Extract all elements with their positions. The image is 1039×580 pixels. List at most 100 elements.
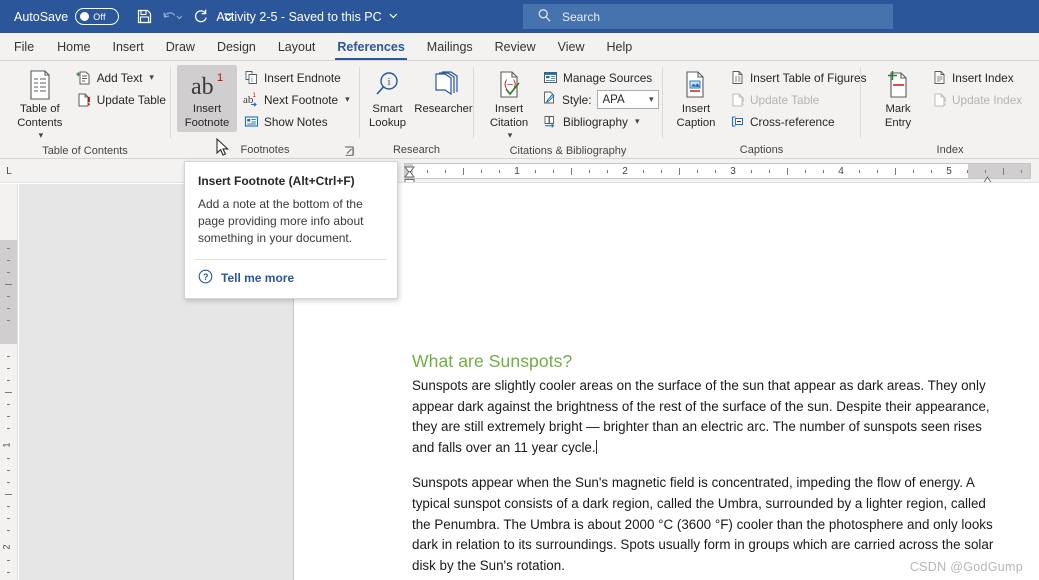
word-application-window: AutoSave Off Activity 2-5 - Saved to thi…	[0, 0, 1039, 580]
update-table-button[interactable]: Update Table	[72, 89, 170, 110]
svg-text:i: i	[387, 76, 390, 88]
table-of-contents-button[interactable]: Table of Contents ▾	[12, 65, 68, 143]
tab-view[interactable]: View	[547, 33, 596, 60]
group-title-captions: Captions	[739, 144, 784, 156]
table-of-contents-icon	[25, 68, 55, 102]
tab-home[interactable]: Home	[46, 33, 101, 60]
autosave-control[interactable]: AutoSave Off	[14, 8, 120, 25]
document-page[interactable]: What are Sunspots? Sunspots are slightly…	[293, 184, 1039, 580]
tab-label: Home	[57, 39, 91, 54]
manage-sources-label: Manage Sources	[563, 70, 653, 85]
tab-label: Insert	[112, 39, 144, 54]
tab-stop-label: L	[6, 165, 12, 177]
insert-citation-button[interactable]: (–) Insert Citation ▾	[482, 65, 536, 143]
insert-footnote-icon: ab 1	[188, 68, 226, 102]
insert-caption-button[interactable]: Insert Caption	[669, 65, 723, 132]
help-circle-icon: ?	[198, 269, 213, 287]
autosave-label: AutoSave	[14, 9, 69, 24]
show-notes-label: Show Notes	[264, 114, 328, 129]
document-title: Activity 2-5 - Saved to this PC	[216, 9, 382, 24]
autosave-toggle[interactable]: Off	[75, 8, 120, 25]
insert-endnote-button[interactable]: i Insert Endnote	[239, 67, 354, 88]
manage-sources-button[interactable]: Manage Sources	[538, 67, 663, 88]
ribbon-group-captions: Insert Caption Insert Table of Figures U…	[663, 61, 867, 158]
chevron-down-icon[interactable]: ▾	[39, 130, 44, 141]
horizontal-ruler[interactable]: L 1 2 3 4 5	[0, 159, 1039, 183]
redo-icon[interactable]	[187, 4, 213, 30]
document-workspace: 1 2 What are Sunspots? Sunspots are slig…	[0, 184, 1039, 580]
vertical-ruler-margin-shade	[0, 240, 17, 344]
tab-draw[interactable]: Draw	[155, 33, 206, 60]
insert-footnote-button[interactable]: ab 1 Insert Footnote	[177, 65, 237, 132]
next-footnote-label: Next Footnote	[264, 92, 339, 107]
insert-table-of-figures-button[interactable]: Insert Table of Figures	[725, 67, 871, 88]
ribbon-tab-bar: File Home Insert Draw Design Layout Refe…	[0, 33, 1039, 61]
style-brush-icon	[542, 90, 557, 110]
mark-entry-icon	[884, 68, 912, 102]
citation-style-row: Style: APA ▾	[538, 89, 663, 110]
tab-review[interactable]: Review	[484, 33, 547, 60]
tab-file[interactable]: File	[0, 33, 46, 60]
chevron-down-icon[interactable]: ▾	[635, 116, 640, 127]
insert-caption-label: Insert Caption	[676, 103, 716, 129]
mark-entry-label: Mark Entry	[884, 103, 912, 129]
first-line-indent-marker[interactable]	[404, 162, 415, 174]
researcher-button[interactable]: Researcher	[414, 65, 473, 119]
manage-sources-icon	[542, 70, 558, 86]
document-paragraph-2[interactable]: Sunspots appear when the Sun's magnetic …	[412, 473, 994, 576]
mark-entry-button[interactable]: Mark Entry	[871, 65, 925, 132]
tab-insert[interactable]: Insert	[102, 33, 155, 60]
dialog-box-launcher-icon[interactable]	[344, 146, 355, 157]
insert-caption-icon	[682, 68, 710, 102]
watermark: CSDN @GodGump	[909, 560, 1023, 574]
ruler-number: 4	[838, 166, 844, 177]
next-footnote-button[interactable]: ab 1 Next Footnote ▾	[239, 89, 354, 110]
vertical-ruler-number: 1	[1, 442, 12, 448]
tab-stop-selector[interactable]: L	[0, 159, 18, 182]
tab-help[interactable]: Help	[596, 33, 644, 60]
tab-label: Design	[216, 39, 256, 54]
chevron-down-icon[interactable]: ▾	[345, 94, 350, 105]
smart-lookup-button[interactable]: i Smart Lookup	[361, 65, 415, 132]
tell-me-more-link[interactable]: ? Tell me more	[185, 260, 397, 298]
bibliography-button[interactable]: Bibliography ▾	[538, 111, 663, 132]
vertical-ruler[interactable]: 1 2	[0, 184, 18, 580]
chevron-down-icon[interactable]: ▾	[649, 94, 654, 105]
svg-text:ab: ab	[191, 74, 214, 100]
tab-layout[interactable]: Layout	[267, 33, 327, 60]
group-title-citations: Citations & Bibliography	[509, 145, 627, 157]
tell-me-more-label: Tell me more	[221, 271, 295, 285]
insert-index-icon	[931, 70, 947, 86]
insert-index-button[interactable]: Insert Index	[927, 67, 1026, 88]
hanging-indent-marker[interactable]	[404, 170, 415, 182]
tab-label: References	[337, 39, 405, 54]
update-table-label: Update Table	[96, 92, 166, 107]
add-text-button[interactable]: Add Text ▾	[72, 67, 170, 88]
paragraph-1-text: Sunspots are slightly cooler areas on th…	[412, 378, 990, 455]
chevron-down-icon[interactable]	[388, 10, 399, 24]
document-title-area[interactable]: Activity 2-5 - Saved to this PC	[216, 10, 398, 24]
group-title-index: Index	[936, 144, 964, 156]
tab-mailings[interactable]: Mailings	[416, 33, 484, 60]
tab-design[interactable]: Design	[206, 33, 267, 60]
tab-references[interactable]: References	[326, 33, 415, 60]
show-notes-button[interactable]: Show Notes	[239, 111, 354, 132]
right-indent-marker[interactable]	[982, 172, 993, 182]
save-icon[interactable]	[131, 4, 157, 30]
search-icon	[537, 8, 552, 26]
ribbon-group-citations-bibliography: (–) Insert Citation ▾ Manage Sources Sty…	[474, 61, 662, 158]
insert-citation-icon: (–)	[494, 68, 524, 102]
undo-icon[interactable]	[159, 4, 185, 30]
ribbon-group-footnotes: ab 1 Insert Footnote i Insert Endnote ab 1	[171, 61, 359, 158]
document-text-body[interactable]: What are Sunspots? Sunspots are slightly…	[412, 351, 994, 580]
citation-style-select[interactable]: APA ▾	[596, 90, 659, 109]
chevron-down-icon[interactable]: ▾	[508, 130, 513, 141]
researcher-label: Researcher	[414, 103, 473, 115]
cross-reference-button[interactable]: Cross-reference	[725, 111, 871, 132]
update-index-icon	[931, 92, 947, 108]
group-title-table-of-contents: Table of Contents	[42, 145, 128, 157]
insert-footnote-tooltip: Insert Footnote (Alt+Ctrl+F) Add a note …	[184, 161, 398, 299]
chevron-down-icon[interactable]: ▾	[149, 72, 154, 83]
search-input[interactable]: Search	[523, 4, 893, 29]
document-paragraph-1[interactable]: Sunspots are slightly cooler areas on th…	[412, 376, 994, 458]
